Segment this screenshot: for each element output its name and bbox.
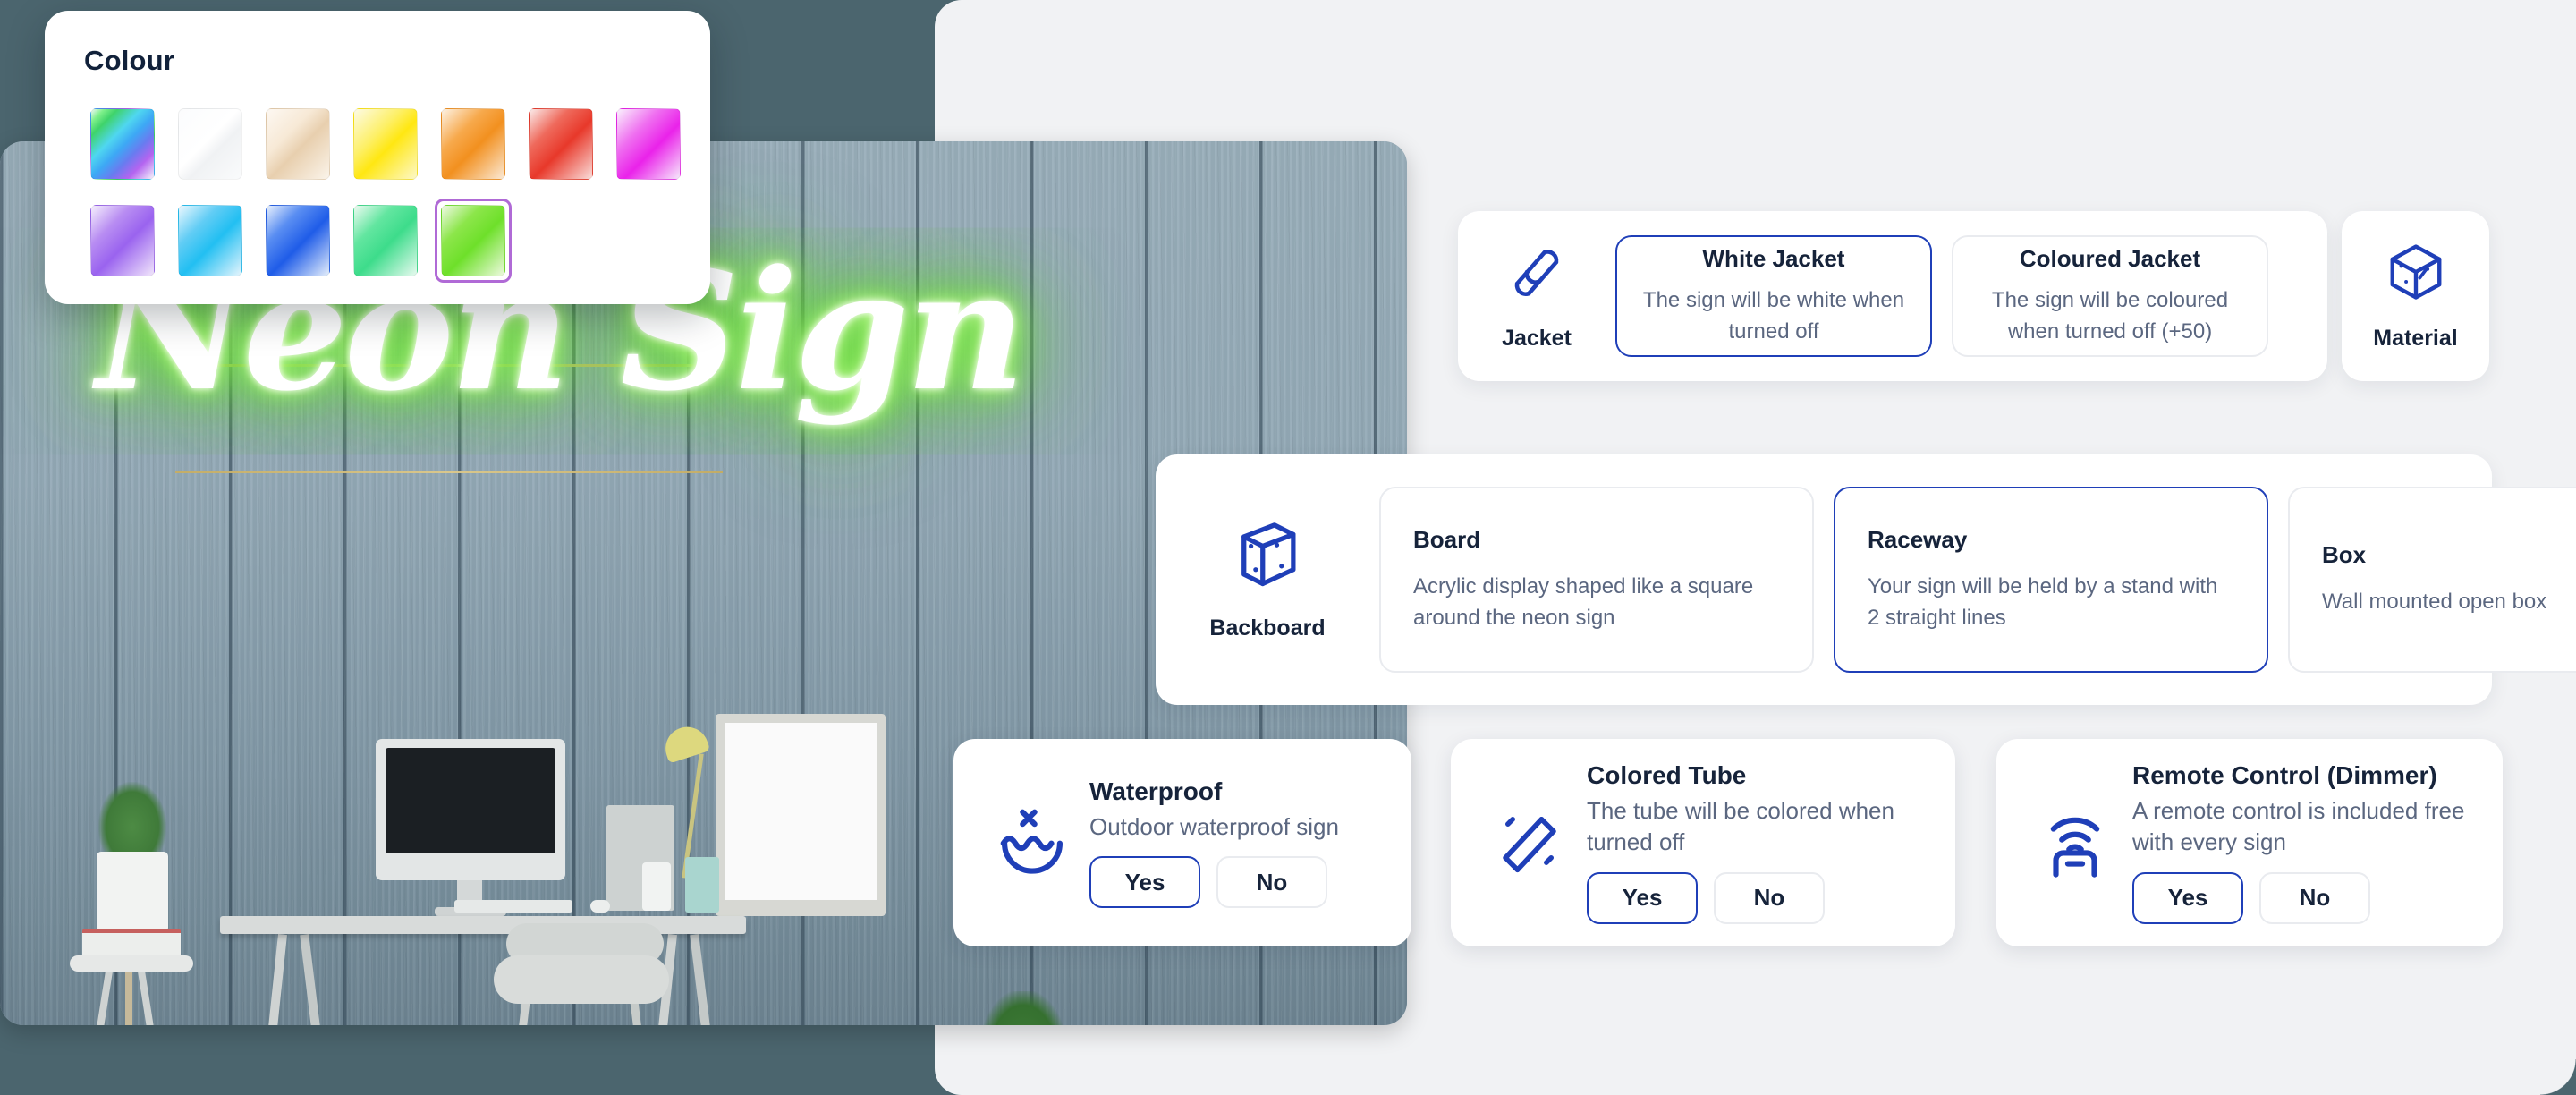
backboard-option-box[interactable]: Box Wall mounted open box — [2288, 487, 2576, 673]
app-root: Neon Sign Colour Jacket White Jacket The… — [0, 0, 2576, 1095]
colour-swatch-white[interactable] — [172, 102, 249, 186]
colour-swatch-chip — [90, 108, 155, 180]
colored-tube-buttons: Yes No — [1587, 871, 1925, 924]
jacket-option-coloured-desc: The sign will be coloured when turned of… — [1991, 288, 2229, 344]
raceway-line-bottom — [175, 471, 723, 473]
colour-swatch-chip — [353, 108, 418, 180]
picture-frame-mat — [724, 723, 877, 900]
jacket-option-white[interactable]: White Jacket The sign will be white when… — [1615, 235, 1932, 357]
remote-control-icon-wrap — [2027, 802, 2123, 884]
remote-signal-icon — [2037, 802, 2114, 884]
backboard-icon — [1230, 518, 1305, 598]
desk — [220, 916, 746, 934]
waterproof-title: Waterproof — [1089, 777, 1223, 805]
colored-tube-title: Colored Tube — [1587, 761, 1747, 790]
remote-control-buttons: Yes No — [2132, 871, 2472, 924]
material-group-label: Material — [2373, 326, 2458, 351]
colour-swatch-grid — [84, 102, 681, 283]
stool-leg — [125, 970, 132, 1025]
colored-tube-body: Colored Tube The tube will be colored wh… — [1578, 761, 1925, 924]
tube-icon — [1491, 802, 1568, 884]
colour-swatch-pink[interactable] — [610, 102, 687, 186]
jacket-group-label: Jacket — [1502, 326, 1572, 351]
colour-swatch-lime-green[interactable] — [435, 199, 512, 283]
colour-swatch-chip — [441, 108, 505, 180]
material-icon-column: Material — [2337, 241, 2495, 352]
colour-swatch-light-blue[interactable] — [172, 199, 249, 283]
backboard-option-box-title: Box — [2322, 541, 2367, 569]
waterproof-desc: Outdoor waterproof sign — [1089, 812, 1339, 840]
colored-tube-card: Colored Tube The tube will be colored wh… — [1451, 739, 1955, 946]
colour-swatch-purple[interactable] — [84, 199, 161, 283]
backboard-option-raceway[interactable]: Raceway Your sign will be held by a stan… — [1834, 487, 2268, 673]
jacket-option-coloured-title: Coloured Jacket — [2019, 245, 2201, 273]
jacket-option-white-title: White Jacket — [1702, 245, 1845, 273]
colour-swatch-rainbow[interactable] — [84, 102, 161, 186]
colour-swatch-orange[interactable] — [435, 102, 512, 186]
keyboard — [454, 900, 572, 912]
backboard-option-card: Backboard Board Acrylic display shaped l… — [1156, 454, 2576, 705]
jacket-choice-row: White Jacket The sign will be white when… — [1615, 235, 2268, 357]
waterproof-icon — [994, 802, 1071, 884]
remote-control-title: Remote Control (Dimmer) — [2132, 761, 2437, 790]
backboard-group-label: Backboard — [1209, 615, 1326, 641]
colour-swatch-chip — [90, 205, 155, 276]
colour-swatch-chip — [266, 108, 330, 180]
tube-icon — [1505, 241, 1568, 308]
plant-pot — [97, 852, 168, 932]
remote-control-desc: A remote control is included free with e… — [2132, 797, 2465, 855]
monitor-screen — [386, 748, 555, 853]
waterproof-no-button[interactable]: No — [1216, 856, 1327, 909]
waterproof-body: Waterproof Outdoor waterproof sign Yes N… — [1080, 777, 1339, 909]
waterproof-buttons: Yes No — [1089, 856, 1339, 909]
jacket-option-white-desc: The sign will be white when turned off — [1642, 288, 1905, 344]
colour-swatch-chip — [616, 108, 681, 180]
colour-swatch-chip — [441, 205, 505, 276]
jacket-option-coloured[interactable]: Coloured Jacket The sign will be coloure… — [1952, 235, 2268, 357]
colour-picker-popover: Colour — [45, 11, 710, 304]
colored-tube-yes-button[interactable]: Yes — [1587, 871, 1698, 924]
colour-swatch-chip — [353, 205, 418, 276]
backboard-icon-column: Backboard — [1156, 518, 1379, 641]
backboard-option-board-desc: Acrylic display shaped like a square aro… — [1413, 574, 1754, 630]
material-option-card[interactable]: Material — [2342, 211, 2489, 381]
backboard-option-box-desc: Wall mounted open box — [2322, 590, 2547, 615]
chair-seat — [494, 955, 669, 1004]
remote-control-no-button[interactable]: No — [2259, 871, 2370, 924]
mug — [685, 857, 719, 912]
waterproof-card: Waterproof Outdoor waterproof sign Yes N… — [953, 739, 1411, 946]
mouse — [590, 900, 610, 912]
colored-tube-no-button[interactable]: No — [1714, 871, 1825, 924]
waterproof-yes-button[interactable]: Yes — [1089, 856, 1200, 909]
colour-swatch-red[interactable] — [522, 102, 599, 186]
colour-picker-title: Colour — [84, 45, 175, 76]
backboard-option-board[interactable]: Board Acrylic display shaped like a squa… — [1379, 487, 1814, 673]
plant-illustration — [98, 782, 166, 857]
colour-swatch-chip — [178, 108, 242, 180]
remote-control-card: Remote Control (Dimmer) A remote control… — [1996, 739, 2503, 946]
cube-icon — [2385, 241, 2447, 308]
jacket-icon-column: Jacket — [1458, 241, 1615, 352]
remote-control-yes-button[interactable]: Yes — [2132, 871, 2243, 924]
floor-plant — [980, 991, 1066, 1025]
books-stack — [82, 929, 181, 957]
colour-swatch-chip — [266, 205, 330, 276]
remote-control-body: Remote Control (Dimmer) A remote control… — [2123, 761, 2472, 924]
backboard-option-raceway-desc: Your sign will be held by a stand with 2… — [1868, 574, 2218, 630]
colour-swatch-chip — [529, 108, 593, 180]
pen-cup — [642, 862, 671, 911]
colour-swatch-blue[interactable] — [259, 199, 336, 283]
backboard-choice-row: Board Acrylic display shaped like a squa… — [1379, 487, 2576, 673]
jacket-option-card: Jacket White Jacket The sign will be whi… — [1458, 211, 2327, 381]
colour-swatch-yellow[interactable] — [347, 102, 424, 186]
waterproof-icon-wrap — [984, 802, 1080, 884]
colored-tube-desc: The tube will be colored when turned off — [1587, 797, 1894, 855]
colour-swatch-chip — [178, 205, 242, 276]
side-stool — [70, 955, 193, 972]
colored-tube-icon-wrap — [1481, 802, 1578, 884]
colour-swatch-mint-green[interactable] — [347, 199, 424, 283]
backboard-option-board-title: Board — [1413, 526, 1481, 554]
backboard-option-raceway-title: Raceway — [1868, 526, 1968, 554]
colour-swatch-warm-white[interactable] — [259, 102, 336, 186]
